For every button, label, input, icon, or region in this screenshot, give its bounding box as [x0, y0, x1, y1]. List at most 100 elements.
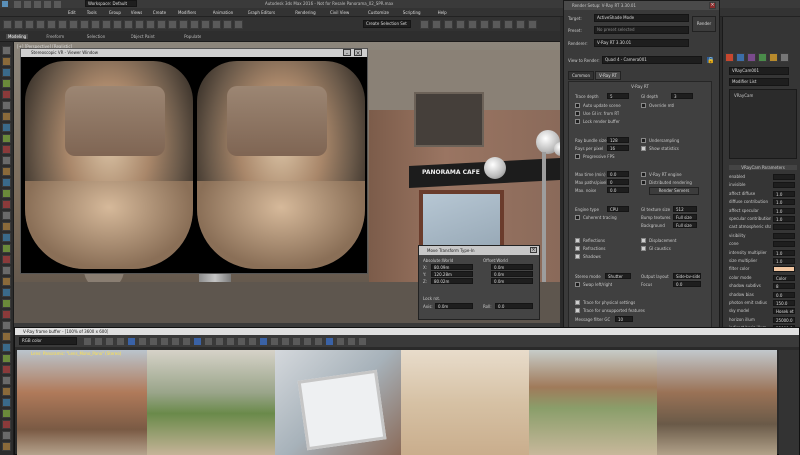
- link-icon[interactable]: [25, 20, 34, 29]
- rendered-frame-icon[interactable]: [516, 20, 525, 29]
- rotate-icon[interactable]: [124, 20, 133, 29]
- lock-render-checkbox[interactable]: [575, 119, 580, 124]
- terrain-icon[interactable]: [2, 266, 11, 275]
- shadows-checkbox[interactable]: [575, 254, 580, 259]
- off-z-input[interactable]: 0.0m: [491, 278, 533, 284]
- cpu-rt-checkbox[interactable]: [641, 172, 646, 177]
- gi-texture-input[interactable]: 512: [673, 206, 697, 212]
- param-value[interactable]: 1.0: [773, 258, 795, 264]
- preset-dropdown[interactable]: No preset selected: [594, 26, 689, 34]
- menu-item[interactable]: Customize: [368, 10, 389, 15]
- engine-type-dropdown[interactable]: CPU: [607, 206, 629, 212]
- geometry-icon[interactable]: [2, 167, 11, 176]
- stereo-vr-window[interactable]: Stereoscopic VR - Viewer Window - ×: [20, 48, 368, 274]
- hair-icon[interactable]: [2, 233, 11, 242]
- history-icon[interactable]: [215, 337, 224, 346]
- render-icon[interactable]: [347, 337, 356, 346]
- manipulate-icon[interactable]: [168, 20, 177, 29]
- modifier-list-dropdown[interactable]: Modifier List: [729, 78, 789, 86]
- trace-unsupported-checkbox[interactable]: [575, 308, 580, 313]
- refractions-checkbox[interactable]: [575, 246, 580, 251]
- param-value[interactable]: 25000.0: [773, 316, 795, 323]
- stereo-window-titlebar[interactable]: Stereoscopic VR - Viewer Window - ×: [21, 49, 367, 57]
- ocio-icon[interactable]: [314, 337, 323, 346]
- stop-render-icon[interactable]: [336, 337, 345, 346]
- utilities-tab-icon[interactable]: [780, 53, 789, 62]
- param-value[interactable]: 150.0: [773, 300, 795, 306]
- fire-icon[interactable]: [2, 354, 11, 363]
- fx-icon[interactable]: [2, 178, 11, 187]
- max-paths-input[interactable]: 0: [607, 179, 629, 185]
- display-correction-icon[interactable]: [292, 337, 301, 346]
- stereo-icon[interactable]: [237, 337, 246, 346]
- workspace-dropdown[interactable]: Workspace: Default: [85, 0, 137, 7]
- region-icon[interactable]: [182, 337, 191, 346]
- swap-eyes-checkbox[interactable]: [575, 282, 580, 287]
- render-servers-button[interactable]: Render Servers: [649, 187, 699, 195]
- app-logo-icon[interactable]: [1, 0, 9, 8]
- param-value[interactable]: [773, 266, 795, 273]
- ribbon-tab[interactable]: Modeling: [6, 34, 29, 39]
- keyboard-icon[interactable]: [179, 20, 188, 29]
- param-value[interactable]: [773, 182, 795, 189]
- max-time-input[interactable]: 0.0: [607, 171, 629, 177]
- menu-item[interactable]: Scripting: [403, 10, 421, 15]
- render-setup-dialog[interactable]: Render Setup: V-Ray RT 3.30.01 × Target:…: [563, 0, 720, 335]
- blue-channel-icon[interactable]: [149, 337, 158, 346]
- layer-icon[interactable]: [444, 20, 453, 29]
- ribbon-tab[interactable]: Object Paint: [131, 34, 155, 39]
- undo-icon[interactable]: [3, 20, 12, 29]
- modify-tab-icon[interactable]: [736, 53, 745, 62]
- alpha-channel-icon[interactable]: [160, 337, 169, 346]
- show-statistics-checkbox[interactable]: [641, 146, 646, 151]
- message-filter-input[interactable]: 10: [615, 316, 633, 322]
- move-transform-dialog[interactable]: Move Transform Type-In × Absolute:World …: [418, 245, 540, 320]
- angle-snap-icon[interactable]: [201, 20, 210, 29]
- hierarchy-tab-icon[interactable]: [747, 53, 756, 62]
- smoke-icon[interactable]: [2, 365, 11, 374]
- progressive-checkbox[interactable]: [575, 154, 580, 159]
- menu-item[interactable]: Edit: [68, 10, 76, 15]
- pivot-icon[interactable]: [157, 20, 166, 29]
- clear-icon[interactable]: [94, 337, 103, 346]
- material-icon[interactable]: [492, 20, 501, 29]
- mono-icon[interactable]: [171, 337, 180, 346]
- rock-icon[interactable]: [2, 299, 11, 308]
- abs-z-input[interactable]: 80.02m: [431, 278, 473, 284]
- pan-icon[interactable]: [193, 337, 202, 346]
- axis-input[interactable]: 0.0m: [435, 303, 473, 309]
- param-value[interactable]: 1.0: [773, 207, 795, 214]
- param-value[interactable]: [773, 232, 795, 239]
- auto-update-checkbox[interactable]: [575, 103, 580, 108]
- frame-buffer-titlebar[interactable]: V-Ray frame buffer - [100% of 3600 x 600…: [15, 328, 799, 335]
- render-icon[interactable]: [528, 20, 537, 29]
- override-mtl-checkbox[interactable]: [641, 103, 646, 108]
- vray-frame-buffer[interactable]: V-Ray frame buffer - [100% of 3600 x 600…: [14, 327, 800, 455]
- render-setup-titlebar[interactable]: Render Setup: V-Ray RT 3.30.01 ×: [564, 1, 719, 10]
- systems-icon[interactable]: [2, 145, 11, 154]
- param-value[interactable]: 8: [773, 283, 795, 290]
- renderer-dropdown[interactable]: V-Ray RT 3.30.01: [594, 39, 689, 47]
- ribbon-tab[interactable]: Freeform: [46, 34, 64, 39]
- gi-depth-input[interactable]: 3: [671, 93, 693, 99]
- flow-icon[interactable]: [2, 189, 11, 198]
- lights-icon[interactable]: [2, 101, 11, 110]
- view-to-render-dropdown[interactable]: Quad 4 - Camera001: [602, 56, 702, 64]
- ribbon-tab[interactable]: Selection: [87, 34, 105, 39]
- param-value[interactable]: 1.0: [773, 190, 795, 197]
- menu-item[interactable]: Group: [109, 10, 121, 15]
- window-minimize-icon[interactable]: -: [343, 49, 351, 57]
- param-value[interactable]: [773, 174, 795, 180]
- max-noise-input[interactable]: 0.0: [607, 187, 629, 193]
- abs-y-input[interactable]: 120.28m: [431, 271, 473, 277]
- move-transform-titlebar[interactable]: Move Transform Type-In ×: [419, 246, 539, 255]
- menu-item[interactable]: Civil View: [330, 10, 349, 15]
- populate-icon[interactable]: [2, 90, 11, 99]
- brush-icon[interactable]: [2, 211, 11, 220]
- fur-icon[interactable]: [2, 244, 11, 253]
- mirror-icon[interactable]: [420, 20, 429, 29]
- focus-input[interactable]: 0.0: [673, 281, 701, 287]
- helpers-icon[interactable]: [2, 123, 11, 132]
- color-correct-icon[interactable]: [259, 337, 268, 346]
- output-layout-dropdown[interactable]: Side-by-side: [673, 273, 701, 279]
